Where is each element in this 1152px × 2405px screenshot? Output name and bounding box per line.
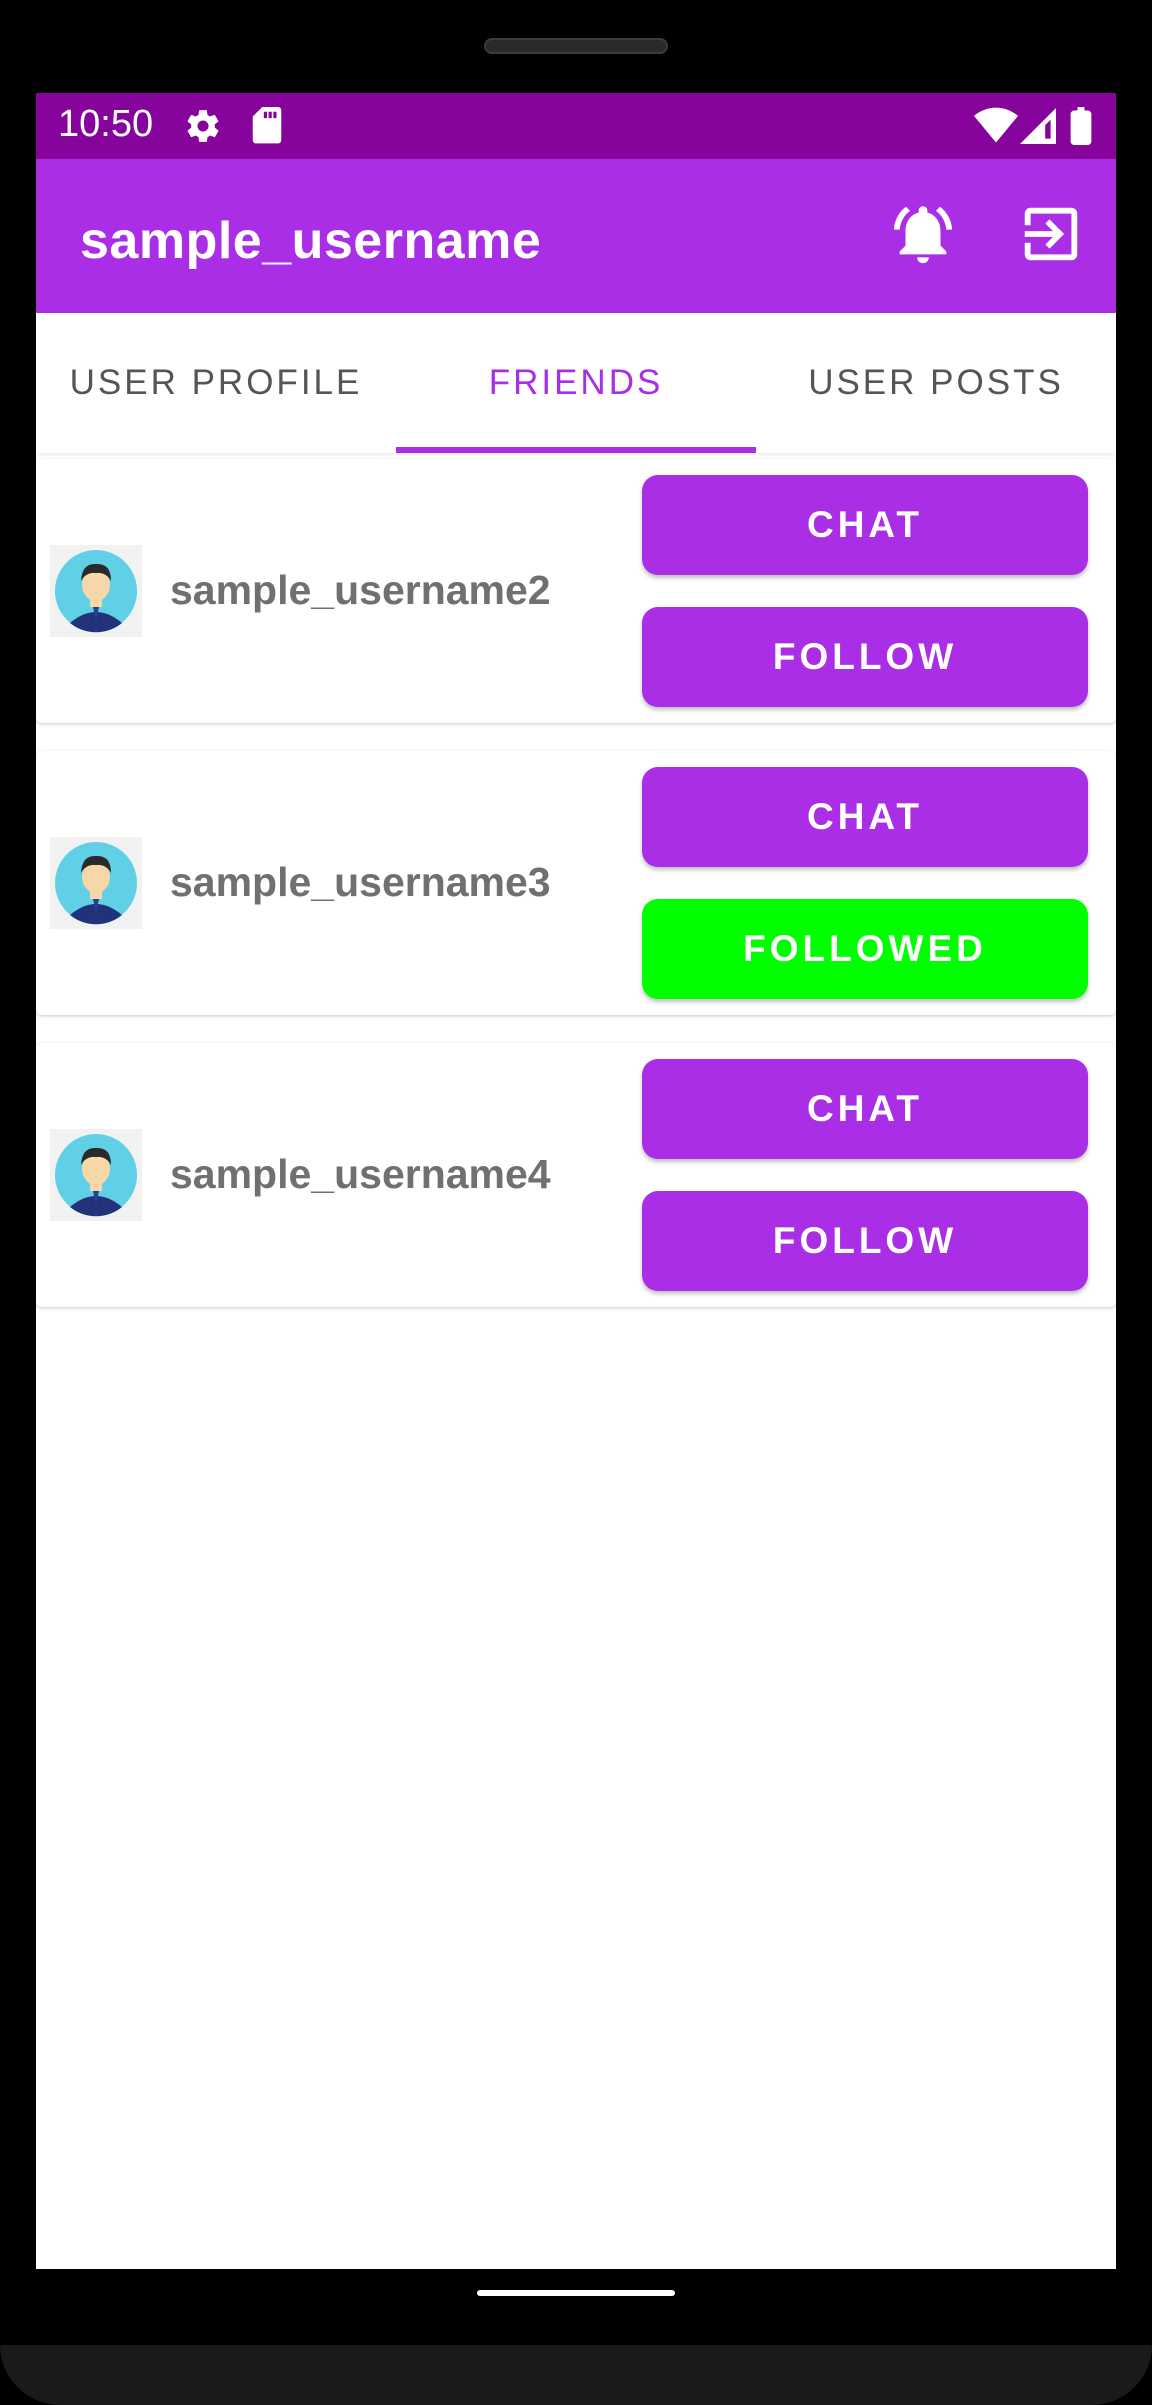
signal-icon: [1020, 107, 1056, 150]
phone-frame: 10:50 sample_username USER PROFILE FRIEN…: [0, 0, 1152, 2405]
app-bar: sample_username: [36, 159, 1116, 313]
tab-friends[interactable]: FRIENDS: [396, 313, 756, 453]
status-bar: 10:50: [36, 93, 1116, 159]
chat-button[interactable]: CHAT: [642, 475, 1088, 575]
sd-card-icon: [250, 107, 284, 150]
battery-icon: [1070, 107, 1092, 150]
earpiece-speaker: [484, 38, 668, 54]
active-tab-indicator: [396, 447, 756, 453]
avatar: [50, 545, 142, 637]
friend-card: sample_username2 CHAT FOLLOW: [36, 459, 1116, 723]
avatar: [50, 837, 142, 929]
app-title: sample_username: [80, 212, 542, 270]
bottom-bezel: [0, 2345, 1152, 2405]
wifi-icon: [974, 107, 1018, 150]
chat-button[interactable]: CHAT: [642, 767, 1088, 867]
tab-bar: USER PROFILE FRIENDS USER POSTS: [36, 313, 1116, 453]
friend-card: sample_username4 CHAT FOLLOW: [36, 1043, 1116, 1307]
settings-icon: [184, 107, 222, 150]
logout-icon[interactable]: [1016, 199, 1086, 269]
follow-button[interactable]: FOLLOW: [642, 1191, 1088, 1291]
chat-button[interactable]: CHAT: [642, 1059, 1088, 1159]
friend-username: sample_username3: [170, 859, 551, 905]
home-gesture-bar[interactable]: [477, 2290, 675, 2296]
tab-user-posts[interactable]: USER POSTS: [756, 313, 1116, 453]
screen: 10:50 sample_username USER PROFILE FRIEN…: [36, 93, 1116, 2269]
followed-button[interactable]: FOLLOWED: [642, 899, 1088, 999]
tab-user-profile[interactable]: USER PROFILE: [36, 313, 396, 453]
friend-username: sample_username4: [170, 1151, 551, 1197]
status-time: 10:50: [58, 103, 154, 145]
friend-card: sample_username3 CHAT FOLLOWED: [36, 751, 1116, 1015]
avatar: [50, 1129, 142, 1221]
follow-button[interactable]: FOLLOW: [642, 607, 1088, 707]
friend-username: sample_username2: [170, 567, 551, 613]
notification-bell-icon[interactable]: [888, 199, 958, 269]
